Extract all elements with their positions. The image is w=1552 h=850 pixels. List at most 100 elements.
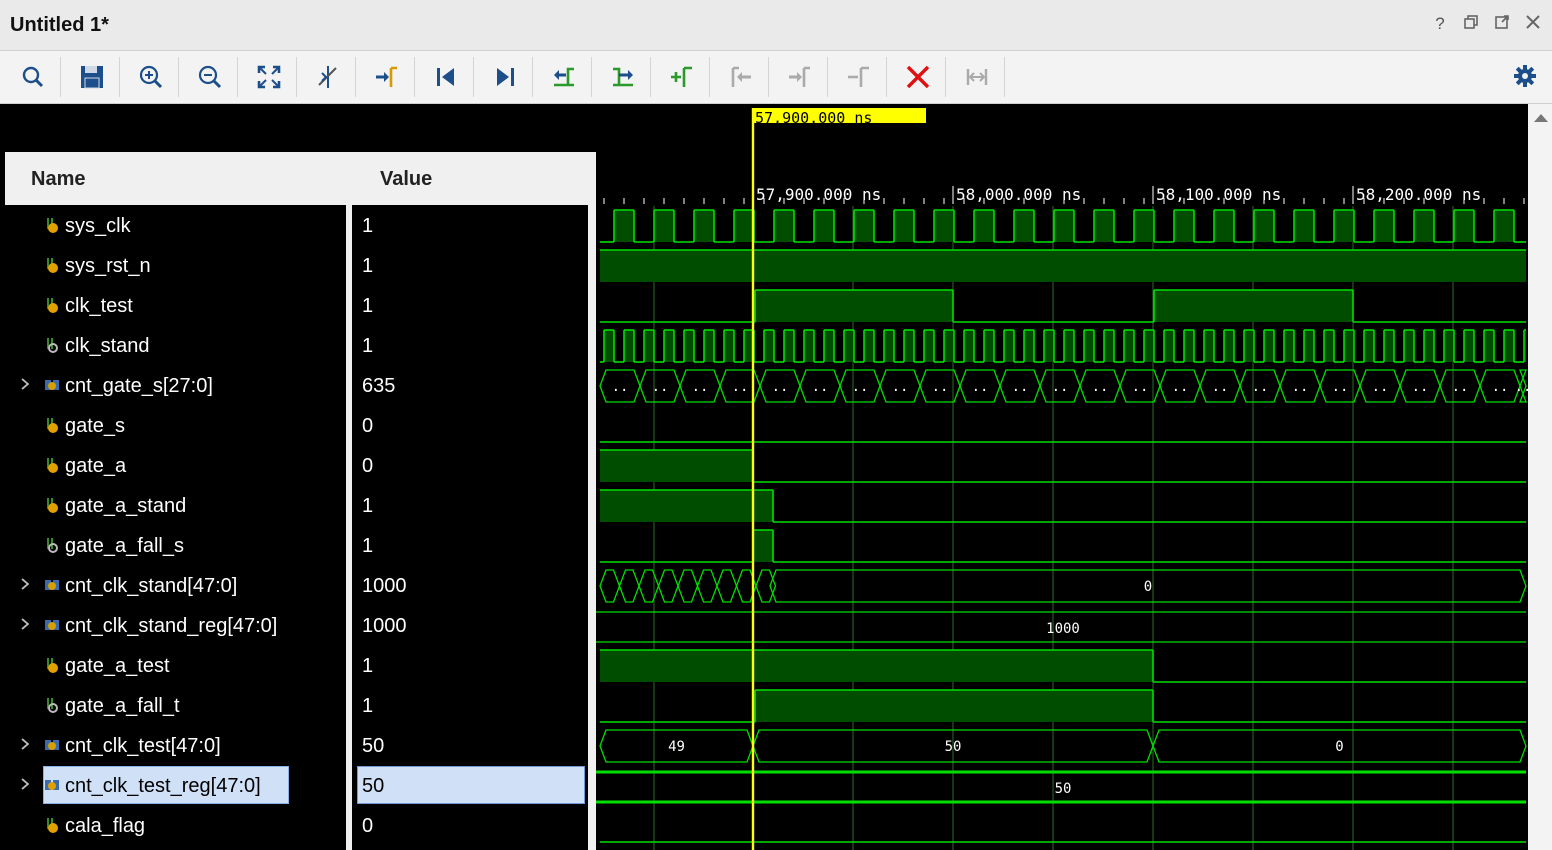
snap-to-transition-icon[interactable] — [963, 63, 991, 91]
clk-test-wave-fill — [1154, 290, 1353, 322]
clk-stand-wave-fill — [1284, 330, 1294, 362]
signal-value[interactable]: 635 — [362, 375, 395, 398]
toolbar-separator — [296, 57, 297, 97]
signal-value[interactable]: 0 — [362, 455, 373, 478]
signal-row[interactable]: cnt_clk_test_reg[47:0] — [0, 766, 346, 806]
chevron-right-icon[interactable] — [20, 617, 30, 631]
previous-marker-icon[interactable] — [727, 63, 755, 91]
clk-stand-wave-fill — [1224, 330, 1234, 362]
signal-value[interactable]: 1 — [362, 215, 373, 238]
signal-row[interactable]: cnt_clk_stand[47:0] — [0, 566, 346, 606]
signal-row[interactable]: gate_a — [0, 446, 346, 486]
signal-row[interactable]: cala_flag — [0, 806, 346, 846]
sys-clk-wave-fill — [1294, 210, 1314, 242]
next-marker-icon[interactable] — [786, 63, 814, 91]
signal-row[interactable]: gate_a_fall_s — [0, 526, 346, 566]
cnt-clk-stand-wave-segment — [716, 569, 738, 603]
signal-value[interactable]: 0 — [362, 415, 373, 438]
chevron-right-icon[interactable] — [20, 577, 30, 591]
zoom-fit-icon[interactable] — [255, 63, 283, 91]
clk-stand-wave-fill — [1244, 330, 1254, 362]
signal-value[interactable]: 1000 — [362, 615, 407, 638]
sys-clk-wave-fill — [1494, 210, 1514, 242]
go-to-cursor-icon[interactable] — [373, 63, 401, 91]
signal-value[interactable]: 1 — [362, 335, 373, 358]
toolbar-separator — [473, 57, 474, 97]
close-icon[interactable] — [1524, 14, 1542, 34]
restore-icon[interactable] — [1462, 14, 1480, 34]
gear-icon[interactable] — [1512, 63, 1538, 91]
signal-name: cnt_clk_test_reg[47:0] — [65, 775, 261, 797]
signal-row[interactable]: gate_a_stand — [0, 486, 346, 526]
cnt-clk-test-wave-value: 0 — [1335, 739, 1343, 755]
signal-row[interactable]: sys_rst_n — [0, 246, 346, 286]
cnt-clk-test-reg-wave-value: 50 — [1055, 781, 1072, 797]
toolbar-separator — [178, 57, 179, 97]
panel-divider[interactable] — [588, 152, 596, 850]
zoom-out-icon[interactable] — [196, 63, 224, 91]
signal-row[interactable]: sys_clk — [0, 206, 346, 246]
help-icon[interactable]: ? — [1431, 14, 1449, 34]
signal-row[interactable]: cnt_clk_test[47:0] — [0, 726, 346, 766]
signal-row[interactable]: clk_test — [0, 286, 346, 326]
signal-value[interactable]: 1 — [362, 255, 373, 278]
clk-stand-wave-fill — [1064, 330, 1074, 362]
cnt-clk-stand-wave-segment — [696, 569, 718, 603]
swap-cursors-icon[interactable] — [845, 63, 873, 91]
cnt-clk-stand-wave-segment — [618, 569, 640, 603]
zoom-in-icon[interactable] — [137, 63, 165, 91]
go-to-last-time-icon[interactable] — [491, 63, 519, 91]
signal-value[interactable]: 1 — [362, 295, 373, 318]
clk-stand-wave-fill — [644, 330, 654, 362]
cursor-to-zoom-icon[interactable] — [314, 63, 342, 91]
scroll-up-icon[interactable] — [1534, 114, 1548, 122]
go-to-time-0-icon[interactable] — [432, 63, 460, 91]
cnt-clk-stand-wave-segment — [657, 569, 679, 603]
bus-signal-icon — [44, 377, 60, 393]
clk-stand-wave-fill — [1424, 330, 1434, 362]
chevron-right-icon[interactable] — [20, 377, 30, 391]
signal-value[interactable]: 0 — [362, 815, 373, 838]
signal-row[interactable]: gate_a_test — [0, 646, 346, 686]
signal-row[interactable]: gate_a_fall_t — [0, 686, 346, 726]
signal-value[interactable]: 1 — [362, 655, 373, 678]
signal-value[interactable]: 1 — [362, 495, 373, 518]
signal-row[interactable]: gate_s — [0, 406, 346, 446]
cnt-clk-stand-wave-value: 0 — [1144, 579, 1152, 595]
next-transition-icon[interactable] — [609, 63, 637, 91]
signal-row[interactable]: cnt_gate_s[27:0] — [0, 366, 346, 406]
delete-marker-icon[interactable] — [904, 63, 932, 91]
selected-value-highlight — [357, 766, 585, 804]
cnt-gate-s-wave-value: .. — [1492, 379, 1509, 395]
waveform-canvas[interactable]: 57,900.000 ns 58,000.000 ns 58,100.000 ns 5… — [596, 108, 1528, 850]
signal-value[interactable]: 50 — [362, 735, 384, 758]
cnt-gate-s-wave-value: .. — [692, 379, 709, 395]
signal-value[interactable]: 50 — [362, 775, 384, 798]
float-icon[interactable] — [1493, 14, 1511, 34]
add-marker-icon[interactable] — [668, 63, 696, 91]
chevron-right-icon[interactable] — [20, 777, 30, 791]
signal-row[interactable]: cnt_clk_stand_reg[47:0] — [0, 606, 346, 646]
clk-stand-wave-fill — [1464, 330, 1474, 362]
toolbar-separator — [237, 57, 238, 97]
signal-row[interactable]: clk_stand — [0, 326, 346, 366]
column-divider[interactable] — [346, 152, 352, 850]
signal-value[interactable]: 1 — [362, 695, 373, 718]
signal-value[interactable]: 1 — [362, 535, 373, 558]
value-column-header[interactable]: Value — [352, 152, 588, 205]
vertical-scrollbar[interactable] — [1528, 104, 1552, 850]
signal-name: cnt_clk_stand[47:0] — [65, 575, 238, 597]
signal-value[interactable]: 1000 — [362, 575, 407, 598]
search-icon[interactable] — [19, 63, 47, 91]
clk-stand-wave-fill — [1084, 330, 1094, 362]
cnt-gate-s-wave-value: .. — [892, 379, 909, 395]
save-icon[interactable] — [78, 63, 106, 91]
timeline-tick-label: 58,100.000 ns — [1156, 185, 1281, 204]
cnt-gate-s-wave-value: .. — [972, 379, 989, 395]
previous-transition-icon[interactable] — [550, 63, 578, 91]
clk-stand-wave-fill — [724, 330, 734, 362]
chevron-right-icon[interactable] — [20, 737, 30, 751]
sys-clk-wave-fill — [1454, 210, 1474, 242]
signal-name: cnt_clk_test[47:0] — [65, 735, 221, 757]
name-column-header[interactable]: Name — [5, 152, 346, 205]
